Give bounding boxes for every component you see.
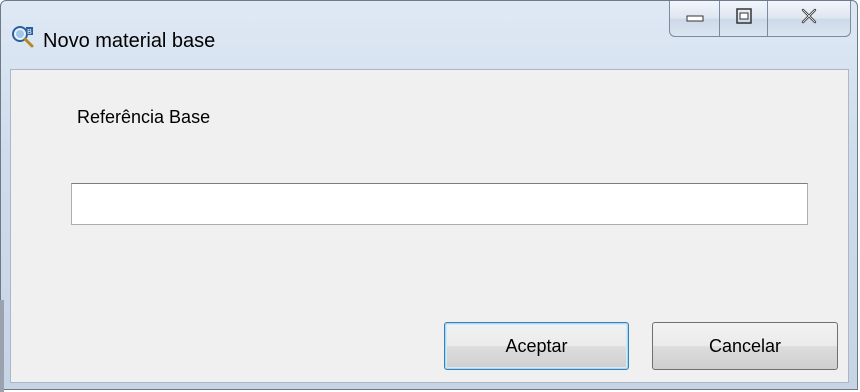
accept-button[interactable]: Aceptar: [444, 322, 629, 370]
maximize-button[interactable]: [719, 1, 767, 37]
dialog-body: Referência Base Aceptar Cancelar: [10, 69, 849, 383]
svg-text:B: B: [27, 29, 32, 36]
caption-buttons: [669, 1, 851, 37]
dialog-window: B Novo material base Referência Base Ace…: [0, 0, 858, 390]
maximize-icon: [735, 7, 753, 30]
reference-base-input[interactable]: [71, 183, 808, 225]
close-button[interactable]: [767, 1, 851, 37]
minimize-button[interactable]: [669, 1, 719, 37]
close-icon: [800, 8, 818, 29]
title-bar[interactable]: B Novo material base: [1, 1, 857, 69]
search-key-icon: B: [11, 25, 35, 49]
minimize-icon: [685, 10, 705, 28]
window-title: Novo material base: [43, 30, 216, 52]
window-edge-shadow: [0, 300, 4, 392]
cancel-button[interactable]: Cancelar: [652, 322, 838, 370]
reference-base-label: Referência Base: [77, 107, 211, 127]
